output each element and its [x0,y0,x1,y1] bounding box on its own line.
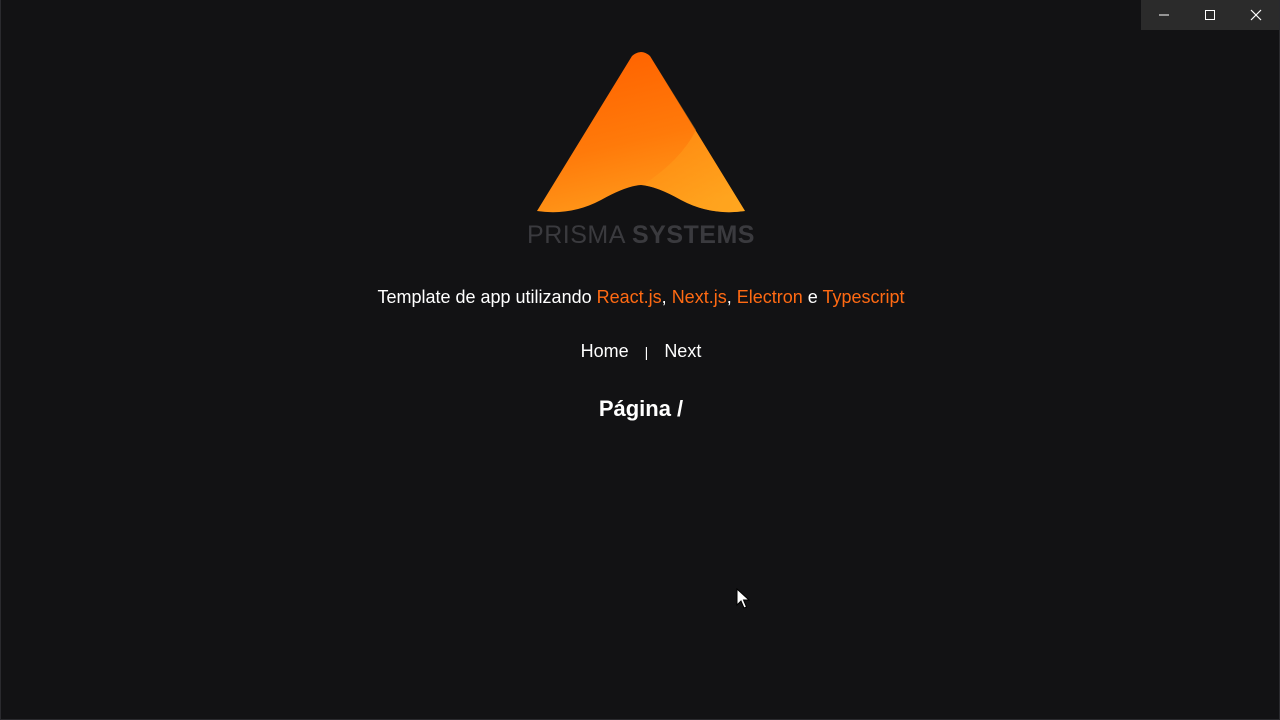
prisma-logo-icon [537,52,745,213]
brand-name-light: PRISMA [527,221,625,249]
nav-link-home[interactable]: Home [581,341,629,362]
maximize-icon [1204,9,1216,21]
subtitle: Template de app utilizando React.js, Nex… [1,287,1280,308]
nav-separator: | [644,343,649,360]
brand-name-bold: SYSTEMS [631,221,755,249]
close-button[interactable] [1233,0,1279,30]
tech-link-typescript[interactable]: Typescript [823,287,905,307]
minimize-icon [1158,9,1170,21]
nav: Home | Next [1,341,1280,362]
mouse-cursor-icon [736,588,750,609]
tech-link-next[interactable]: Next.js [672,287,727,307]
tech-link-electron[interactable]: Electron [737,287,803,307]
nav-link-next[interactable]: Next [664,341,701,362]
window-controls [1141,0,1279,30]
maximize-button[interactable] [1187,0,1233,30]
subtitle-prefix: Template de app utilizando [377,287,592,307]
subtitle-separator: , [726,287,732,307]
page-heading: Página / [598,396,684,421]
brand-name: PRISMA SYSTEMS [1,221,1280,250]
subtitle-conjunction: e [807,287,818,307]
app-window: PRISMA SYSTEMS Template de app utilizand… [0,0,1280,720]
minimize-button[interactable] [1141,0,1187,30]
close-icon [1250,9,1262,21]
tech-link-react[interactable]: React.js [597,287,662,307]
subtitle-separator: , [661,287,667,307]
